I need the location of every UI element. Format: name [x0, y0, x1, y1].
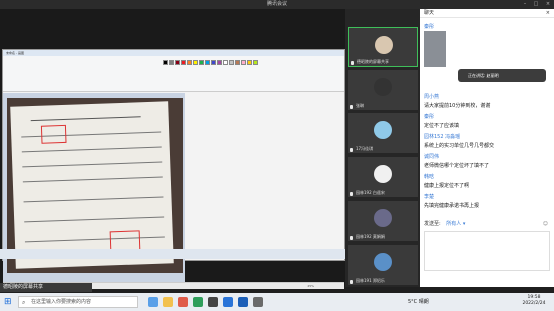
- close-chat-icon[interactable]: ×: [546, 9, 550, 18]
- tile-label: 园林191 郑绍乐: [356, 278, 385, 283]
- task-view-icon[interactable]: [148, 297, 158, 307]
- avatar: [374, 121, 392, 139]
- tile-label: 德昭陵的屏幕共享: [357, 59, 389, 64]
- mic-icon: [350, 192, 353, 196]
- video-tile[interactable]: 德昭陵的屏幕共享: [348, 27, 418, 67]
- mic-icon: [350, 236, 353, 240]
- send-label: 发送至:: [424, 221, 441, 227]
- video-tile[interactable]: 17冯佳琪: [348, 113, 418, 153]
- meeting-icon[interactable]: [223, 297, 233, 307]
- avatar: [375, 36, 393, 54]
- app-icon[interactable]: [208, 297, 218, 307]
- tile-label: 17冯佳琪: [356, 146, 374, 151]
- maximize-icon[interactable]: □: [531, 0, 541, 9]
- paint-window: 未命名 - 画图 25%: [2, 49, 345, 289]
- chat-message: 老师微信哪个定位坏了填不了: [424, 163, 490, 169]
- app-icon[interactable]: [193, 297, 203, 307]
- taskbar: ⊞ ⌕ 在这里输入你要搜索的内容 5°C 晴朗 19:58 2022/2/24: [0, 293, 554, 311]
- video-tile[interactable]: 园林192 白遥宋: [348, 157, 418, 197]
- video-tile[interactable]: 园林192 莫娟娟: [348, 201, 418, 241]
- close-icon[interactable]: ×: [543, 0, 553, 9]
- minimize-icon[interactable]: –: [520, 0, 530, 9]
- chat-title: 聊天: [424, 10, 435, 16]
- windows-start-icon[interactable]: ⊞: [4, 297, 12, 307]
- avatar: [374, 165, 392, 183]
- mic-icon: [350, 105, 353, 109]
- chat-message: 先填完健康承诺书再上报: [424, 203, 480, 209]
- shared-screen: 未命名 - 画图 25%: [0, 9, 345, 289]
- mic-icon: [350, 148, 353, 152]
- send-to-row: 发送至: 所有人 ▾ ☺: [420, 219, 554, 229]
- video-tile[interactable]: 园林191 郑绍乐: [348, 245, 418, 285]
- chat-image[interactable]: [424, 31, 446, 67]
- chat-sender: 秦彤: [424, 114, 435, 120]
- chat-message: 定位不了应该填: [424, 123, 460, 129]
- weather[interactable]: 5°C 晴朗: [408, 298, 429, 305]
- clock[interactable]: 19:58 2022/2/24: [515, 295, 553, 307]
- app-icon[interactable]: [253, 297, 263, 307]
- mic-icon: [350, 280, 353, 284]
- chat-sender: 周小燕: [424, 94, 440, 100]
- document-photo: [7, 98, 183, 273]
- paint-ribbon[interactable]: [3, 56, 344, 92]
- search-icon: ⌕: [22, 299, 26, 306]
- clock-date: 2022/2/24: [522, 301, 546, 306]
- zoom-level: 25%: [307, 284, 314, 288]
- red-mark: [40, 124, 67, 144]
- emoji-icon[interactable]: ☺: [543, 219, 548, 229]
- chat-message: 请大家提前10分钟到校，谢谢: [424, 103, 491, 109]
- chat-message: 健康上报定位不了啊: [424, 183, 470, 189]
- chat-sender: 诚同伟: [424, 154, 440, 160]
- word-icon[interactable]: [238, 297, 248, 307]
- chat-message: 系统上的实习单位几号几号都交: [424, 143, 495, 149]
- chat-sender: 李楚: [424, 194, 435, 200]
- mic-icon: [351, 61, 354, 65]
- avatar: [374, 209, 392, 227]
- send-target-select[interactable]: 所有人 ▾: [446, 221, 465, 227]
- taskbar-search[interactable]: ⌕ 在这里输入你要搜索的内容: [18, 296, 138, 308]
- window-title: 腾讯会议: [266, 1, 287, 7]
- paper-form: [10, 101, 174, 269]
- chat-header: 聊天 ×: [420, 9, 554, 18]
- share-owner-label: 德昭陵的屏幕共享: [0, 283, 92, 292]
- browser-icon[interactable]: [178, 297, 188, 307]
- shared-taskbar: [0, 249, 345, 259]
- tile-label: 张琳: [356, 103, 364, 108]
- search-placeholder: 在这里输入你要搜索的内容: [31, 299, 92, 305]
- avatar: [374, 253, 392, 271]
- avatar: [374, 78, 392, 96]
- chat-panel: 聊天 × 秦彤 正在讲话: 赵丽明 周小燕 请大家提前10分钟到校，谢谢 秦彤 …: [420, 9, 554, 287]
- speaking-indicator: 正在讲话: 赵丽明: [458, 69, 546, 82]
- chat-input[interactable]: [424, 231, 550, 271]
- window-titlebar: 腾讯会议 – □ ×: [0, 0, 554, 9]
- chat-sender: 韩晗: [424, 174, 435, 180]
- chat-sender: 园林152 冯淼瑶: [424, 134, 461, 140]
- video-tile[interactable]: 张琳: [348, 70, 418, 110]
- tile-label: 园林192 莫娟娟: [356, 234, 385, 239]
- chat-sender: 秦彤: [424, 24, 435, 30]
- tile-label: 园林192 白遥宋: [356, 190, 385, 195]
- video-column: 德昭陵的屏幕共享 张琳 17冯佳琪 园林192 白遥宋 园林192 莫娟娟 园林…: [345, 9, 420, 287]
- file-explorer-icon[interactable]: [163, 297, 173, 307]
